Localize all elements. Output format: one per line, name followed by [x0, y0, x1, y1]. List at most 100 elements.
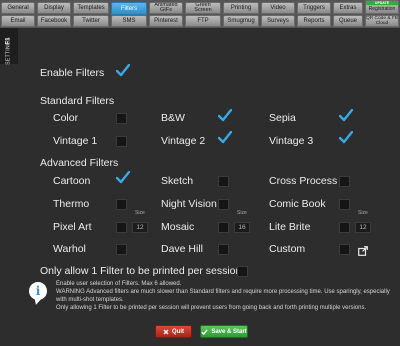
mosaic-size-label: Size: [237, 210, 247, 216]
tab-label: Templates: [77, 5, 105, 11]
tab-sms[interactable]: SMS: [111, 15, 147, 27]
tab-label: Pinterest: [154, 18, 178, 24]
tab-twitter[interactable]: Twitter: [73, 15, 109, 27]
tab-registration[interactable]: UPDATE Registration: [365, 0, 399, 14]
tab-label: Triggers: [303, 5, 325, 11]
tab-label: SMS: [122, 18, 136, 24]
info-line-1: Enable user selection of Filters. Max 6 …: [56, 281, 182, 287]
info-line-2: WARNING Advanced filters are much slower…: [56, 289, 390, 303]
filter-warhol-checkbox[interactable]: [116, 244, 127, 255]
checkmark-icon: [217, 108, 233, 122]
tab-label: Facebook: [40, 18, 68, 24]
filter-lite-brite-label: Lite Brite: [269, 221, 311, 233]
tab-label: Surveys: [267, 18, 289, 24]
tab-display[interactable]: Display: [37, 2, 71, 14]
filter-comic-book-label: Comic Book: [269, 198, 326, 210]
settings-side-tab[interactable]: F1 SETTINGS: [0, 28, 18, 65]
filter-dave-hill-label: Dave Hill: [161, 243, 204, 255]
filter-thermo-checkbox[interactable]: [116, 199, 127, 210]
checkmark-icon: [115, 63, 131, 77]
external-link-glyph: [358, 246, 368, 256]
tab-printing[interactable]: Printing: [223, 2, 259, 14]
filter-vintage3-label: Vintage 3: [269, 135, 314, 147]
close-icon: [163, 329, 169, 334]
tab-surveys[interactable]: Surveys: [261, 15, 295, 27]
filter-bw-checkbox[interactable]: [217, 108, 233, 122]
filter-color-checkbox[interactable]: [116, 113, 127, 124]
tab-triggers[interactable]: Triggers: [297, 2, 331, 14]
tab-label: QR Code & FB Cloud: [366, 15, 398, 26]
save-start-button[interactable]: Save & Start: [200, 325, 248, 338]
filter-cartoon-label: Cartoon: [53, 175, 91, 187]
filter-comic-book-checkbox[interactable]: [339, 199, 350, 210]
checkmark-icon: [338, 108, 354, 122]
tab-label: Registration: [368, 6, 396, 12]
checkmark-icon: [217, 130, 233, 144]
pixel-art-size-input[interactable]: 12: [132, 222, 148, 233]
tab-general[interactable]: General: [1, 2, 35, 14]
filter-cross-process-checkbox[interactable]: [339, 176, 350, 187]
tab-video[interactable]: Video: [261, 2, 295, 14]
tab-green-screen[interactable]: Green Screen: [185, 2, 221, 14]
info-text: Enable user selection of Filters. Max 6 …: [56, 280, 396, 312]
tab-ftp[interactable]: FTP: [185, 15, 221, 27]
info-line-3: Only allowing 1 Filter to be printed per…: [56, 305, 367, 311]
tab-label: Printing: [230, 5, 252, 11]
external-link-icon[interactable]: [358, 243, 368, 256]
tab-pinterest[interactable]: Pinterest: [149, 15, 183, 27]
filter-cartoon-checkbox[interactable]: [115, 170, 131, 184]
info-icon: i: [29, 282, 47, 300]
filter-vintage1-label: Vintage 1: [53, 135, 98, 147]
tab-queue[interactable]: Queue: [333, 15, 363, 27]
filter-dave-hill-checkbox[interactable]: [218, 244, 229, 255]
tab-filters[interactable]: Filters: [111, 2, 147, 15]
filter-warhol-label: Warhol: [53, 243, 86, 255]
lite-brite-size-input[interactable]: 12: [355, 222, 371, 233]
filter-sepia-checkbox[interactable]: [338, 108, 354, 122]
filter-sketch-label: Sketch: [161, 175, 194, 187]
checkmark-icon: [338, 130, 354, 144]
tab-label: Animated GIFs: [154, 2, 178, 13]
filter-night-vision-label: Night Vision: [161, 198, 217, 210]
tab-email[interactable]: Email: [1, 15, 35, 27]
tab-label: Reports: [303, 18, 325, 24]
filter-vintage2-checkbox[interactable]: [217, 130, 233, 144]
tab-label: FTP: [197, 18, 209, 24]
filter-vintage2-label: Vintage 2: [161, 135, 206, 147]
quit-button[interactable]: Quit: [155, 325, 192, 338]
filter-lite-brite-checkbox[interactable]: [339, 222, 350, 233]
filter-vintage3-checkbox[interactable]: [338, 130, 354, 144]
tab-qr-code[interactable]: QR Code & FB Cloud: [365, 15, 399, 27]
tab-label: Video: [270, 5, 286, 11]
enable-filters-checkbox[interactable]: [115, 63, 131, 77]
tab-label: Display: [44, 5, 64, 11]
tab-facebook[interactable]: Facebook: [37, 15, 71, 27]
checkmark-icon: [201, 328, 209, 335]
filter-sepia-label: Sepia: [269, 112, 296, 124]
one-filter-per-session-label: Only allow 1 Filter to be printed per se…: [40, 265, 242, 277]
filter-night-vision-checkbox[interactable]: [218, 199, 229, 210]
tab-extras[interactable]: Extras: [333, 2, 363, 14]
tab-label: Extras: [339, 5, 357, 11]
advanced-filters-heading: Advanced Filters: [40, 157, 119, 169]
mosaic-size-input[interactable]: 16: [234, 222, 250, 233]
save-start-button-label: Save & Start: [211, 328, 247, 335]
filter-pixel-art-checkbox[interactable]: [116, 222, 127, 233]
tab-animated-gifs[interactable]: Animated GIFs: [149, 2, 183, 14]
tab-bar: General Display Templates Filters Animat…: [0, 0, 400, 28]
tab-templates[interactable]: Templates: [73, 2, 109, 14]
filter-color-label: Color: [53, 112, 79, 124]
tab-label: Smugmug: [227, 18, 255, 24]
tab-smugmug[interactable]: Smugmug: [223, 15, 259, 27]
filter-pixel-art-label: Pixel Art: [53, 221, 92, 233]
tab-label: General: [7, 5, 29, 11]
filter-custom-checkbox[interactable]: [339, 244, 350, 255]
filter-mosaic-checkbox[interactable]: [218, 222, 229, 233]
one-filter-per-session-checkbox[interactable]: [237, 266, 248, 277]
filter-custom-label: Custom: [269, 243, 306, 255]
update-badge: UPDATE: [366, 1, 398, 5]
tab-reports[interactable]: Reports: [297, 15, 331, 27]
filter-vintage1-checkbox[interactable]: [116, 136, 127, 147]
checkmark-icon: [115, 170, 131, 184]
filter-sketch-checkbox[interactable]: [218, 176, 229, 187]
